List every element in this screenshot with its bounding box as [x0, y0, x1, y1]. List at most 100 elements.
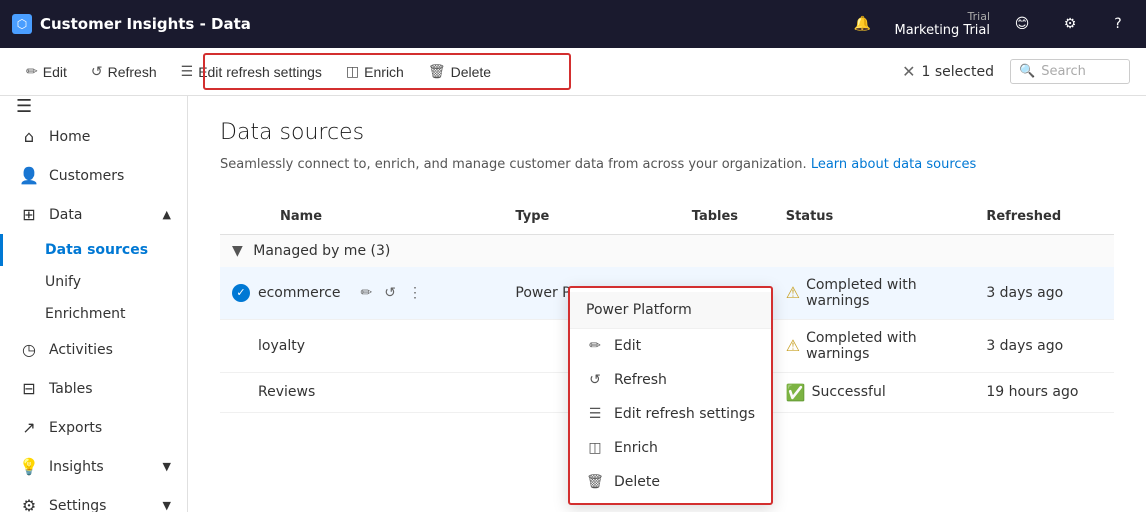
topbar-right: 🔔 Trial Marketing Trial 😊 ⚙ ? — [847, 8, 1135, 40]
status-warning-icon: ⚠ — [786, 336, 800, 355]
row-checkbox[interactable]: ✓ — [232, 284, 250, 302]
group-collapse-icon[interactable]: ▼ — [232, 243, 243, 259]
context-menu: Power Platform ✏ Edit ↺ Refresh ☰ Edit r… — [568, 286, 773, 505]
sidebar-unify-label: Unify — [45, 274, 81, 290]
sidebar-item-data[interactable]: ⊞ Data ▲ — [0, 195, 187, 234]
td-name: loyalty — [220, 319, 503, 372]
trial-label: Trial — [895, 10, 991, 23]
context-edit-refresh-label: Edit refresh settings — [614, 406, 755, 422]
row-actions: ✏ ↺ ⋮ — [357, 282, 426, 303]
context-menu-refresh[interactable]: ↺ Refresh — [570, 363, 771, 397]
search-box[interactable]: 🔍 Search — [1010, 59, 1130, 84]
user-icon[interactable]: 😊 — [1006, 8, 1038, 40]
enrich-button[interactable]: ◫ Enrich — [336, 57, 414, 86]
sidebar-item-tables[interactable]: ⊟ Tables — [0, 369, 187, 408]
sidebar-tables-label: Tables — [49, 381, 93, 397]
sidebar-home-label: Home — [49, 129, 90, 145]
selected-badge: ✕ 1 selected — [902, 62, 994, 81]
delete-icon: 🗑 — [428, 63, 446, 80]
hamburger-button[interactable]: ☰ — [0, 96, 187, 117]
refresh-button[interactable]: ↺ Refresh — [81, 57, 167, 86]
learn-more-link[interactable]: Learn about data sources — [811, 157, 976, 172]
context-edit-icon: ✏ — [586, 338, 604, 354]
row-name: loyalty — [258, 338, 305, 354]
sidebar-exports-label: Exports — [49, 420, 102, 436]
activities-icon: ◷ — [19, 340, 39, 359]
sidebar-item-activities[interactable]: ◷ Activities — [0, 330, 187, 369]
group-header-row: ▼ Managed by me (3) — [220, 234, 1114, 267]
status-warning-icon: ⚠ — [786, 283, 800, 302]
context-delete-label: Delete — [614, 474, 660, 490]
enrich-icon: ◫ — [346, 63, 359, 80]
row-refresh-btn[interactable]: ↺ — [380, 282, 400, 303]
clear-selection-button[interactable]: ✕ — [902, 62, 915, 81]
page-description: Seamlessly connect to, enrich, and manag… — [220, 155, 1114, 175]
sidebar-item-enrichment[interactable]: Enrichment — [0, 298, 187, 330]
action-toolbar: ✏ Edit ↺ Refresh ☰ Edit refresh settings… — [0, 48, 1146, 96]
sidebar-item-unify[interactable]: Unify — [0, 266, 187, 298]
sidebar-enrichment-label: Enrichment — [45, 306, 126, 322]
td-status: ⚠ Completed with warnings — [774, 267, 975, 320]
trial-name: Marketing Trial — [895, 23, 991, 38]
customers-icon: 👤 — [19, 166, 39, 185]
home-icon: ⌂ — [19, 127, 39, 146]
delete-button[interactable]: 🗑 Delete — [418, 57, 501, 86]
data-expand-icon: ▲ — [163, 208, 171, 221]
trial-info: Trial Marketing Trial — [895, 10, 991, 38]
help-icon[interactable]: ? — [1102, 8, 1134, 40]
refresh-icon: ↺ — [91, 63, 103, 80]
context-menu-delete[interactable]: 🗑 Delete — [570, 465, 771, 499]
context-menu-header: Power Platform — [570, 292, 771, 329]
app-logo-icon: ⬡ — [12, 14, 32, 34]
table-header: Name Type Tables Status Refreshed — [220, 199, 1114, 235]
context-edit-refresh-icon: ☰ — [586, 406, 604, 422]
edit-refresh-settings-button[interactable]: ☰ Edit refresh settings — [171, 57, 332, 86]
status-text: Successful — [812, 384, 886, 400]
col-header-refreshed: Refreshed — [974, 199, 1114, 235]
context-enrich-label: Enrich — [614, 440, 658, 456]
td-refreshed: 3 days ago — [974, 319, 1114, 372]
search-icon: 🔍 — [1019, 64, 1035, 79]
sidebar-customers-label: Customers — [49, 168, 124, 184]
row-name: ecommerce — [258, 285, 341, 301]
sidebar-activities-label: Activities — [49, 342, 113, 358]
sidebar-item-customers[interactable]: 👤 Customers — [0, 156, 187, 195]
settings-icon[interactable]: ⚙ — [1054, 8, 1086, 40]
td-status: ✅ Successful — [774, 372, 975, 412]
app-title: Customer Insights - Data — [40, 15, 251, 33]
context-refresh-icon: ↺ — [586, 372, 604, 388]
sidebar-item-exports[interactable]: ↗ Exports — [0, 408, 187, 447]
sidebar-data-sources-label: Data sources — [45, 242, 148, 258]
context-enrich-icon: ◫ — [586, 440, 604, 456]
status-text: Completed with warnings — [806, 277, 962, 309]
sidebar-item-insights[interactable]: 💡 Insights ▼ — [0, 447, 187, 486]
edit-button[interactable]: ✏ Edit — [16, 57, 77, 86]
context-menu-edit-refresh[interactable]: ☰ Edit refresh settings — [570, 397, 771, 431]
content-area: Data sources Seamlessly connect to, enri… — [188, 96, 1146, 512]
td-refreshed: 19 hours ago — [974, 372, 1114, 412]
context-menu-edit[interactable]: ✏ Edit — [570, 329, 771, 363]
sidebar-item-data-sources[interactable]: Data sources — [0, 234, 187, 266]
td-refreshed: 3 days ago — [974, 267, 1114, 320]
insights-expand-icon: ▼ — [163, 460, 171, 473]
settings-nav-icon: ⚙ — [19, 496, 39, 512]
sidebar-item-settings[interactable]: ⚙ Settings ▼ — [0, 486, 187, 512]
data-icon: ⊞ — [19, 205, 39, 224]
context-menu-enrich[interactable]: ◫ Enrich — [570, 431, 771, 465]
exports-icon: ↗ — [19, 418, 39, 437]
tables-icon: ⊟ — [19, 379, 39, 398]
row-more-btn[interactable]: ⋮ — [404, 282, 426, 303]
col-header-tables: Tables — [680, 199, 774, 235]
td-name: Reviews — [220, 372, 503, 412]
col-header-status: Status — [774, 199, 975, 235]
col-header-type: Type — [503, 199, 679, 235]
context-delete-icon: 🗑 — [586, 474, 604, 490]
notifications-icon[interactable]: 🔔 — [847, 8, 879, 40]
edit-icon: ✏ — [26, 63, 38, 80]
row-edit-btn[interactable]: ✏ — [357, 282, 377, 303]
td-name: ✓ ecommerce ✏ ↺ ⋮ — [220, 267, 503, 320]
sidebar-item-home[interactable]: ⌂ Home — [0, 117, 187, 156]
edit-refresh-icon: ☰ — [181, 63, 194, 80]
search-placeholder: Search — [1041, 64, 1086, 79]
sidebar: ☰ ⌂ Home 👤 Customers ⊞ Data ▲ Data sourc… — [0, 96, 188, 512]
